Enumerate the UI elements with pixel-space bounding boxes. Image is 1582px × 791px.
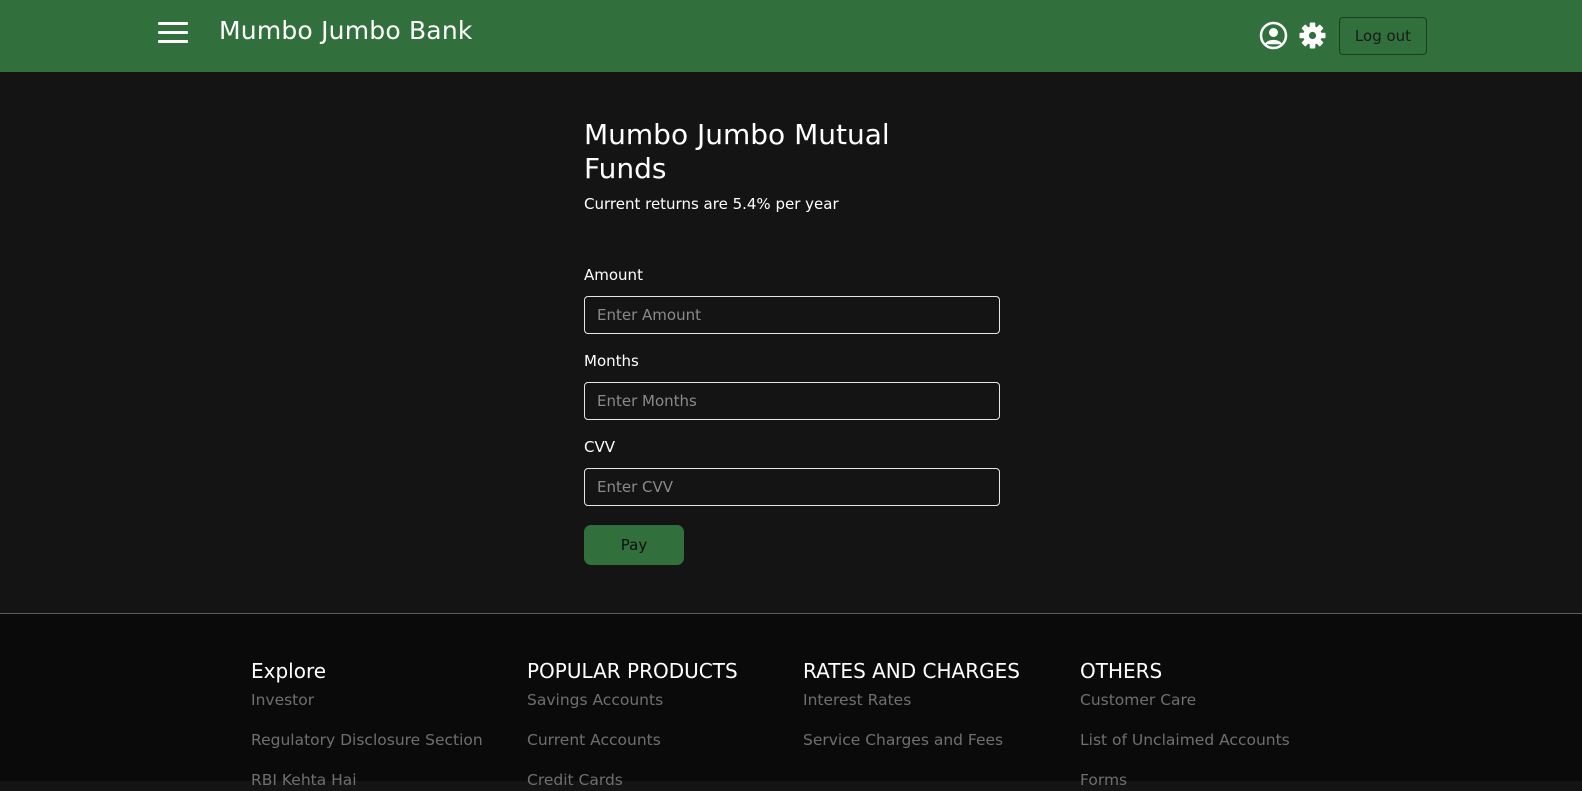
footer-link-customer-care[interactable]: Customer Care (1080, 689, 1196, 711)
footer-link-investor[interactable]: Investor (251, 689, 314, 711)
top-navbar: Mumbo Jumbo Bank Log out (0, 0, 1582, 72)
footer-link-credit-cards[interactable]: Credit Cards (527, 769, 623, 791)
months-input[interactable] (584, 382, 1000, 420)
cvv-input[interactable] (584, 468, 1000, 506)
footer-link-savings-accounts[interactable]: Savings Accounts (527, 689, 663, 711)
page-title: Mumbo Jumbo Mutual Funds (584, 118, 890, 185)
footer: Explore Investor Regulatory Disclosure S… (0, 613, 1582, 789)
footer-link-forms[interactable]: Forms (1080, 769, 1127, 791)
footer-heading: POPULAR PRODUCTS (527, 659, 738, 683)
footer-link-current-accounts[interactable]: Current Accounts (527, 729, 661, 751)
gear-icon[interactable] (1298, 21, 1327, 50)
months-label: Months (584, 352, 639, 370)
footer-link-interest-rates[interactable]: Interest Rates (803, 689, 911, 711)
logout-button[interactable]: Log out (1339, 17, 1427, 55)
returns-subtitle: Current returns are 5.4% per year (584, 195, 839, 213)
footer-link-rbi[interactable]: RBI Kehta Hai (251, 769, 357, 791)
footer-heading: OTHERS (1080, 659, 1163, 683)
footer-link-service-charges[interactable]: Service Charges and Fees (803, 729, 1003, 751)
main-content: Mumbo Jumbo Mutual Funds Current returns… (0, 72, 1582, 613)
footer-heading: RATES AND CHARGES (803, 659, 1020, 683)
pay-button[interactable]: Pay (584, 525, 684, 565)
brand-title[interactable]: Mumbo Jumbo Bank (219, 14, 473, 48)
amount-input[interactable] (584, 296, 1000, 334)
footer-link-unclaimed-accounts[interactable]: List of Unclaimed Accounts (1080, 729, 1290, 751)
amount-label: Amount (584, 266, 643, 284)
user-circle-icon[interactable] (1259, 21, 1288, 50)
cvv-label: CVV (584, 438, 615, 456)
menu-icon[interactable] (158, 22, 188, 44)
footer-link-regulatory-disclosure[interactable]: Regulatory Disclosure Section (251, 729, 483, 751)
footer-heading: Explore (251, 659, 327, 683)
